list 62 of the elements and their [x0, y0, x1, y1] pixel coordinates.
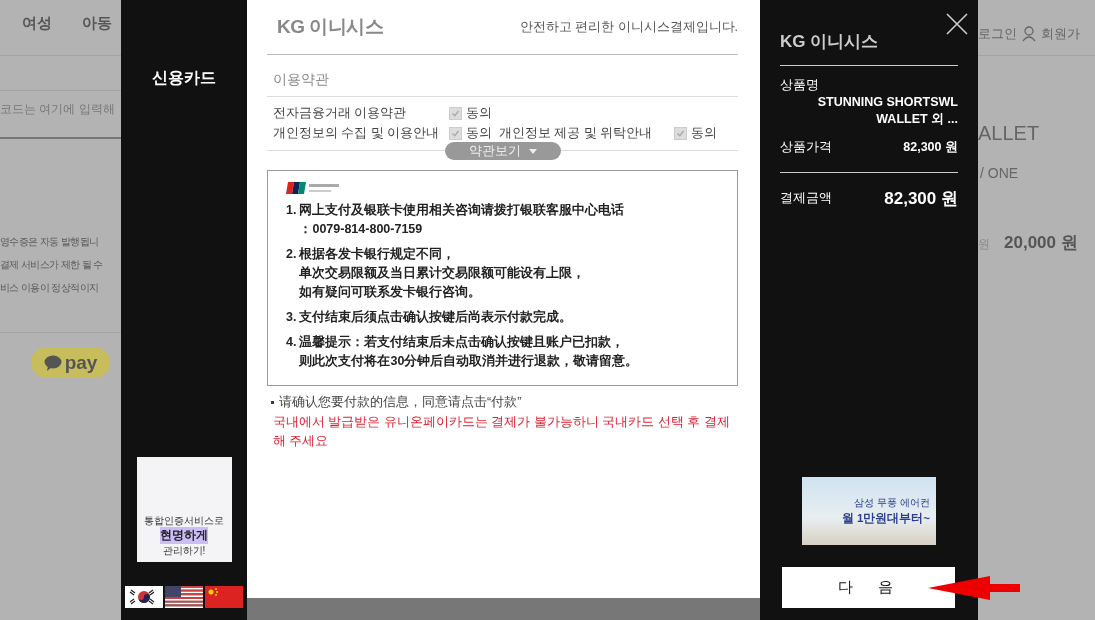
signup-link[interactable]: 회원가: [1041, 25, 1080, 43]
agreement-label: 개인정보 제공 및 위탁안내: [499, 125, 654, 142]
check-icon: [451, 109, 460, 118]
agree-label: 동의: [466, 105, 492, 122]
row-label: 상품가격: [780, 139, 832, 156]
warning-text: 국내에서 발급받은 유니온페이카드는 결제가 불가능하니 국내카드 선택 후 결제해 주세요: [272, 414, 731, 450]
total-value: 82,300 원: [884, 188, 958, 210]
item-number: 3.: [286, 309, 297, 326]
caret-icon: [528, 148, 537, 154]
item-number: 2.: [286, 246, 297, 263]
korea-flag-icon[interactable]: [125, 586, 163, 608]
speech-bubble-icon: [43, 354, 62, 371]
product-price: 20,000 원: [1004, 232, 1078, 254]
agreement-label: 전자금융거래 이용약관: [273, 105, 408, 122]
logo: KG 이니시스: [780, 0, 958, 66]
checkbox[interactable]: [449, 127, 462, 140]
ad-banner[interactable]: 통합인증서비스로 현명하게 관리하기!: [136, 457, 232, 562]
row-value: WALLET 외 ...: [875, 111, 958, 128]
row-label: 상품명: [780, 77, 820, 94]
item-number: 4.: [286, 334, 297, 351]
check-icon: [676, 129, 685, 138]
notice-line: 网上支付及银联卡使用相关咨询请拨打银联客服中心电话: [299, 201, 625, 219]
logo: KG 이니시스: [277, 15, 384, 39]
notice-line: 支付结束后须点击确认按键后尚表示付款完成。: [299, 308, 573, 326]
bullet-icon: [271, 401, 274, 404]
payment-method[interactable]: 신용카드: [152, 68, 216, 89]
notice-text: 영수증은 자동 발행됩니: [0, 235, 100, 249]
checkbox[interactable]: [674, 127, 687, 140]
notice-line: 单次交易限额及当日累计交易限额可能设有上限，: [299, 264, 586, 282]
notice-line: ：0079-814-800-7159: [299, 221, 424, 238]
close-icon[interactable]: [946, 13, 968, 35]
notice-line: 根据各发卡银行规定不同，: [299, 246, 457, 263]
coupon-hint: 코드는 여기에 입력해: [0, 102, 115, 116]
check-icon: [451, 129, 460, 138]
checkbox[interactable]: [449, 107, 462, 120]
section-title: 이용약관: [273, 72, 329, 87]
next-button[interactable]: 다 음: [782, 567, 955, 608]
ad-banner[interactable]: 삼성 무풍 에어컨 월 1만원대부터~: [802, 477, 936, 545]
usa-flag-icon[interactable]: [165, 586, 203, 608]
agree-label: 동의: [691, 125, 717, 142]
notice-line: 如有疑问可联系发卡银行咨询。: [299, 284, 483, 301]
view-terms-button[interactable]: 약관보기: [444, 142, 561, 160]
nav-link[interactable]: 아동: [82, 14, 112, 55]
product-option: / ONE: [978, 165, 1095, 181]
agree-label: 동의: [466, 125, 492, 142]
tagline: 안전하고 편리한 이니시스결제입니다.: [519, 18, 738, 36]
notice-text: 비스 이용이 정상적이지: [0, 281, 100, 295]
confirm-hint: 请确认您要付款的信息，同意请点击“付款”: [279, 394, 522, 411]
notice-line: 温馨提示：若支付结束后未点击确认按键且账户已扣款，: [299, 334, 626, 351]
pay-button[interactable]: pay: [31, 347, 110, 378]
row-value: 82,300 원: [903, 139, 958, 156]
notice-text: 결제 서비스가 제한 될 수: [0, 258, 104, 272]
notice-line: 则此次支付将在30分钟后自动取消并进行退款，敬请留意。: [299, 353, 639, 370]
login-link[interactable]: 로그인: [978, 25, 1017, 43]
row-value: STUNNING SHORTSWL: [816, 94, 958, 111]
user-icon[interactable]: [1022, 26, 1036, 42]
total-label: 결제금액: [780, 190, 832, 207]
nav-link[interactable]: 여성: [22, 14, 52, 55]
agreement-label: 개인정보의 수집 및 이용안내: [273, 125, 441, 142]
item-number: 1.: [286, 202, 297, 219]
card-logo-icon: [286, 181, 342, 195]
product-name: ALLET: [978, 122, 1041, 145]
